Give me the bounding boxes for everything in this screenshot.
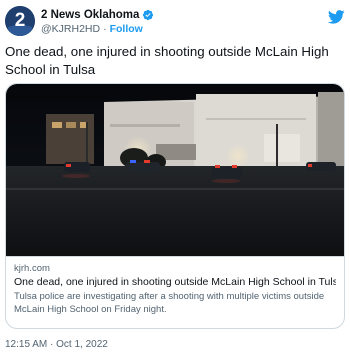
- card-domain: kjrh.com: [14, 263, 50, 274]
- user-info: 2 News Oklahoma @KJRH2HD · Follow: [41, 8, 154, 36]
- follow-button[interactable]: Follow: [110, 23, 143, 35]
- tweet-header: 2 2 News Oklahoma @KJRH2HD · Follow: [5, 4, 345, 40]
- card-description: Tulsa police are investigating after a s…: [14, 291, 325, 315]
- avatar[interactable]: 2: [5, 6, 35, 36]
- handle[interactable]: @KJRH2HD: [41, 23, 100, 35]
- embedded-tweet: 2 2 News Oklahoma @KJRH2HD · Follow One de…: [0, 0, 350, 357]
- verified-badge-icon: [143, 9, 154, 21]
- card-image-night-school-scene: [6, 84, 344, 256]
- handle-row: @KJRH2HD · Follow: [41, 23, 154, 36]
- timestamp[interactable]: 12:15 AM · Oct 1, 2022: [5, 338, 108, 351]
- separator: ·: [103, 23, 107, 35]
- card-title[interactable]: One dead, one injured in shooting outsid…: [14, 276, 336, 289]
- twitter-bird-icon[interactable]: [328, 10, 345, 24]
- name-row: 2 News Oklahoma: [41, 8, 154, 22]
- card-meta: kjrh.com One dead, one injured in shooti…: [6, 256, 344, 328]
- tweet-text: One dead, one injured in shooting outsid…: [5, 44, 329, 77]
- avatar-text: 2: [14, 10, 26, 31]
- link-card[interactable]: kjrh.com One dead, one injured in shooti…: [5, 83, 345, 329]
- display-name[interactable]: 2 News Oklahoma: [41, 8, 139, 22]
